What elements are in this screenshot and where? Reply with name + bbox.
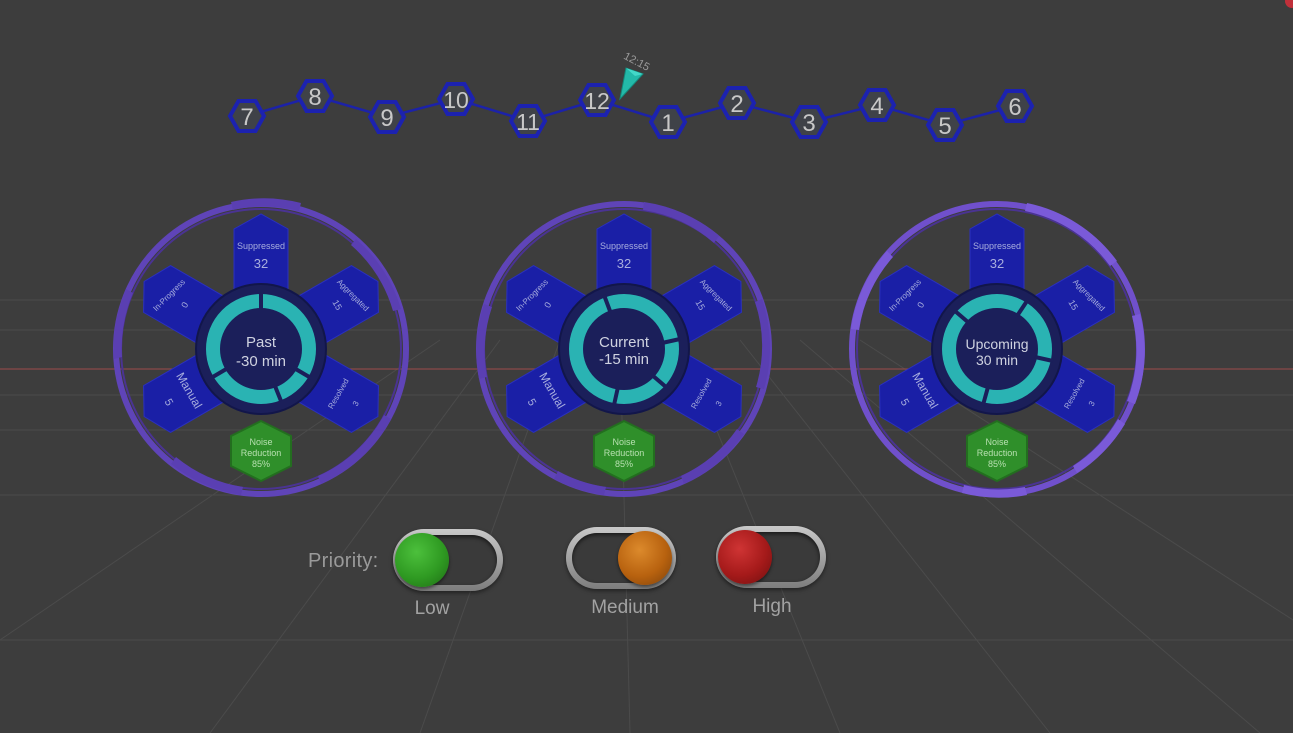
hour-label: 1 bbox=[661, 110, 674, 137]
priority-medium-toggle[interactable] bbox=[566, 527, 676, 589]
hour-node-11[interactable]: 11 bbox=[508, 104, 548, 138]
hour-node-6[interactable]: 6 bbox=[995, 89, 1035, 123]
dial-current[interactable]: Suppressed 32 Aggregated 15 Resolved 3 M… bbox=[464, 189, 784, 509]
svg-text:85%: 85% bbox=[988, 459, 1006, 469]
toggle-knob-medium bbox=[618, 531, 672, 585]
svg-text:Reduction: Reduction bbox=[241, 448, 282, 458]
noise-reduction-badge[interactable]: Noise Reduction 85% bbox=[230, 419, 292, 483]
hour-node-1[interactable]: 1 bbox=[648, 105, 688, 139]
hour-node-7[interactable]: 7 bbox=[227, 99, 267, 133]
hour-label: 6 bbox=[1008, 94, 1021, 121]
dial-upcoming[interactable]: Suppressed 32 Aggregated 15 Resolved 3 M… bbox=[837, 189, 1157, 509]
hour-node-3[interactable]: 3 bbox=[789, 105, 829, 139]
noise-reduction-badge[interactable]: Noise Reduction 85% bbox=[593, 419, 655, 483]
svg-text:Suppressed: Suppressed bbox=[237, 241, 285, 251]
svg-text:32: 32 bbox=[617, 256, 631, 271]
svg-text:Suppressed: Suppressed bbox=[600, 241, 648, 251]
hour-label: 10 bbox=[443, 87, 469, 113]
current-time-marker[interactable]: 12:15 bbox=[619, 50, 651, 101]
svg-text:32: 32 bbox=[990, 256, 1004, 271]
svg-text:Noise: Noise bbox=[985, 437, 1008, 447]
hour-label: 2 bbox=[730, 91, 743, 118]
svg-text:Reduction: Reduction bbox=[604, 448, 645, 458]
dial-center-title: Past bbox=[246, 334, 277, 351]
svg-text:Reduction: Reduction bbox=[977, 448, 1018, 458]
dial-center-title: Upcoming bbox=[965, 336, 1028, 352]
hour-node-5[interactable]: 5 bbox=[925, 108, 965, 142]
hour-label: 12 bbox=[584, 88, 610, 114]
priority-low-toggle[interactable] bbox=[393, 529, 503, 591]
hour-node-8[interactable]: 8 bbox=[295, 79, 335, 113]
timeline-connector bbox=[246, 94, 1016, 127]
dial-center-subtitle: -30 min bbox=[236, 353, 286, 370]
svg-text:Noise: Noise bbox=[612, 437, 635, 447]
svg-text:85%: 85% bbox=[615, 459, 633, 469]
dial-center-subtitle: -15 min bbox=[599, 351, 649, 368]
priority-high-toggle[interactable] bbox=[716, 526, 826, 588]
hour-label: 11 bbox=[516, 109, 540, 135]
dial-center-subtitle: 30 min bbox=[976, 352, 1018, 368]
hour-label: 5 bbox=[938, 113, 951, 140]
scene-viewport: 7 8 9 10 11 12 1 2 3 4 5 6 12:15 Suppres… bbox=[0, 0, 1293, 733]
toggle-knob-low bbox=[395, 533, 449, 587]
toggle-knob-high bbox=[718, 530, 772, 584]
hour-label: 3 bbox=[802, 110, 815, 137]
hour-label: 4 bbox=[870, 93, 883, 120]
timeline: 7 8 9 10 11 12 1 2 3 4 5 6 12:15 bbox=[227, 50, 1035, 142]
noise-reduction-badge[interactable]: Noise Reduction 85% bbox=[966, 419, 1028, 483]
hour-label: 7 bbox=[240, 104, 253, 131]
hour-label: 9 bbox=[380, 105, 393, 132]
hour-label: 8 bbox=[308, 84, 321, 111]
priority-label: Priority: bbox=[308, 550, 379, 572]
svg-text:Noise: Noise bbox=[249, 437, 272, 447]
hour-node-4[interactable]: 4 bbox=[857, 88, 897, 122]
medium-caption: Medium bbox=[591, 597, 659, 618]
high-caption: High bbox=[752, 596, 792, 617]
svg-text:32: 32 bbox=[254, 256, 268, 271]
low-caption: Low bbox=[414, 598, 450, 619]
hour-node-9[interactable]: 9 bbox=[367, 100, 407, 134]
svg-text:Suppressed: Suppressed bbox=[973, 241, 1021, 251]
svg-text:85%: 85% bbox=[252, 459, 270, 469]
hour-node-2[interactable]: 2 bbox=[717, 86, 757, 120]
hour-node-10[interactable]: 10 bbox=[436, 82, 476, 116]
dial-past[interactable]: Suppressed 32 Aggregated 15 Resolved 3 M… bbox=[101, 189, 421, 509]
dial-center-title: Current bbox=[599, 334, 650, 351]
hour-node-12[interactable]: 12 bbox=[577, 83, 617, 117]
